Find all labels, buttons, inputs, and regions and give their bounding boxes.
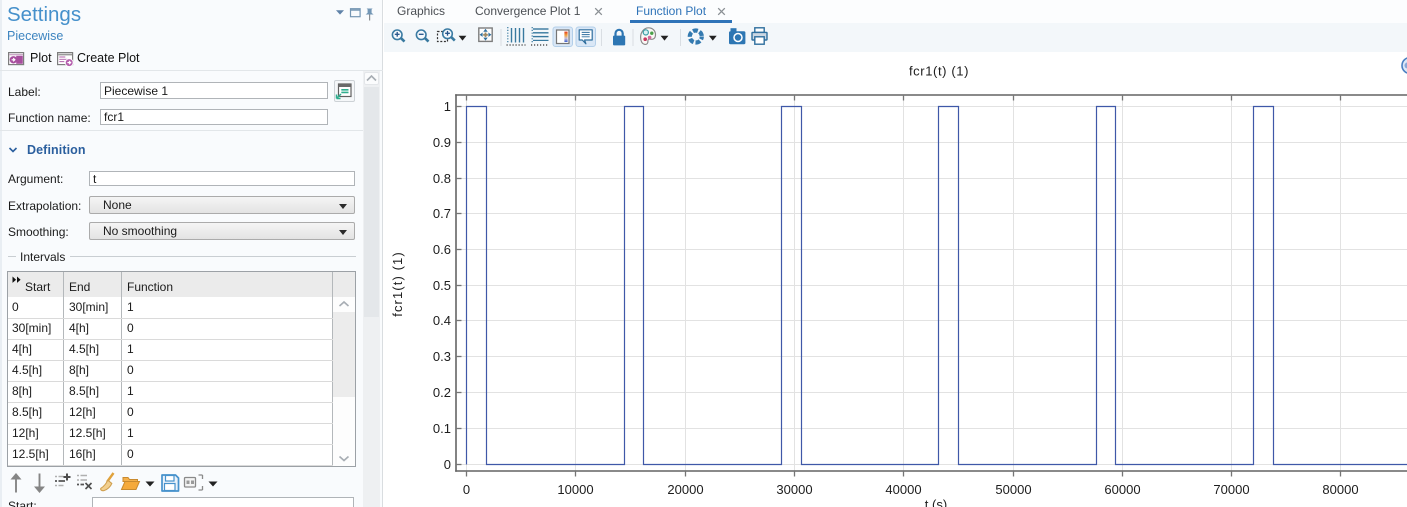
svg-text:fcr1(t) (1): fcr1(t) (1) [390, 251, 405, 317]
svg-text:0.9: 0.9 [433, 135, 451, 150]
svg-text:0.4: 0.4 [433, 313, 451, 328]
svg-text:60000: 60000 [1104, 482, 1140, 497]
svg-text:10000: 10000 [557, 482, 593, 497]
svg-text:50000: 50000 [995, 482, 1031, 497]
svg-text:0.5: 0.5 [433, 278, 451, 293]
svg-text:0: 0 [463, 482, 470, 497]
svg-text:1: 1 [444, 99, 451, 114]
svg-text:0: 0 [444, 457, 451, 472]
svg-text:0.8: 0.8 [433, 171, 451, 186]
svg-text:0.2: 0.2 [433, 385, 451, 400]
svg-text:t (s): t (s) [925, 497, 947, 507]
svg-text:70000: 70000 [1213, 482, 1249, 497]
svg-text:80000: 80000 [1322, 482, 1358, 497]
svg-text:0.7: 0.7 [433, 206, 451, 221]
svg-text:0.1: 0.1 [433, 421, 451, 436]
svg-text:0.3: 0.3 [433, 349, 451, 364]
svg-text:fcr1(t) (1): fcr1(t) (1) [909, 64, 969, 79]
svg-text:40000: 40000 [885, 482, 921, 497]
svg-text:20000: 20000 [667, 482, 703, 497]
svg-text:30000: 30000 [776, 482, 812, 497]
svg-text:0.6: 0.6 [433, 242, 451, 257]
